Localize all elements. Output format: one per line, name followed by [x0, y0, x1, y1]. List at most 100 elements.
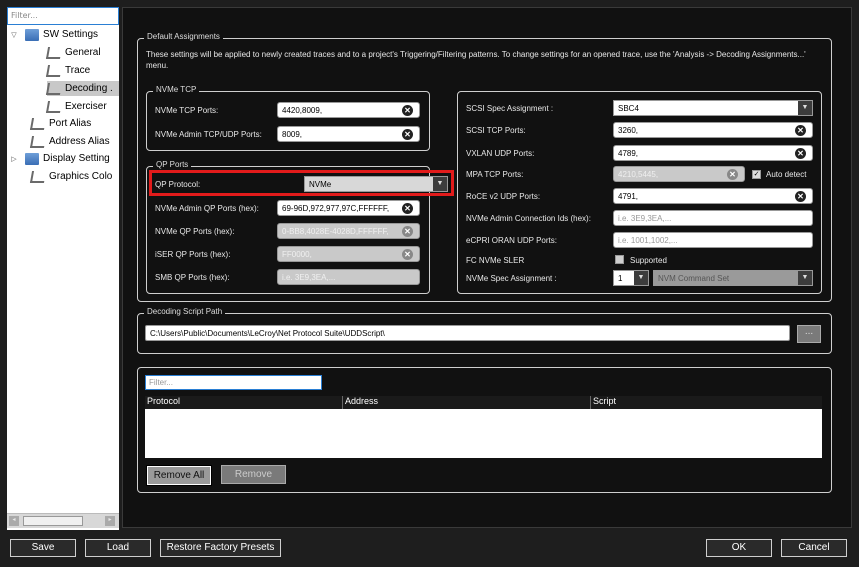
- group-title: Decoding Script Path: [144, 307, 226, 316]
- ok-button[interactable]: OK: [706, 539, 772, 557]
- table-header: Protocol Address Script: [145, 396, 822, 409]
- script-table[interactable]: Protocol Address Script: [145, 396, 822, 458]
- page-icon: [45, 100, 63, 113]
- assignments-description: These settings will be applied to newly …: [146, 50, 806, 70]
- page-icon: [29, 170, 47, 183]
- script-path-input[interactable]: C:\Users\Public\Documents\LeCroy\Net Pro…: [145, 325, 790, 341]
- nvme-admin-conn-input[interactable]: i.e. 3E9,3EA,...: [613, 210, 813, 226]
- tree-item-address-alias[interactable]: Address Alias: [29, 134, 110, 149]
- scsi-tcp-label: SCSI TCP Ports:: [466, 126, 526, 135]
- scroll-thumb[interactable]: [23, 516, 83, 526]
- tree-item-general[interactable]: General: [45, 45, 101, 60]
- iser-qp-label: iSER QP Ports (hex):: [155, 250, 231, 259]
- tree-item-label: Display Setting: [43, 153, 110, 164]
- nvme-admin-qp-label: NVMe Admin QP Ports (hex):: [155, 204, 259, 213]
- tree-item-trace[interactable]: Trace: [45, 63, 91, 78]
- clear-icon: ✕: [727, 169, 738, 180]
- smb-qp-input: i.e. 3E9,3EA,...: [277, 269, 420, 285]
- tree-item-label: Graphics Colo: [49, 171, 113, 182]
- vxlan-input[interactable]: 4789, ✕: [613, 145, 813, 161]
- clear-icon[interactable]: ✕: [795, 148, 806, 159]
- rocev2-input[interactable]: 4791, ✕: [613, 188, 813, 204]
- save-button[interactable]: Save: [10, 539, 76, 557]
- nvme-tcp-ports-label: NVMe TCP Ports:: [155, 106, 219, 115]
- page-icon: [29, 117, 47, 130]
- page-icon: [45, 64, 63, 77]
- restore-factory-presets-button[interactable]: Restore Factory Presets: [160, 539, 281, 557]
- collapse-icon[interactable]: ▽: [9, 31, 19, 39]
- nvme-spec-number-select[interactable]: 1 ▼: [613, 270, 649, 286]
- tree-item-label: Trace: [65, 65, 91, 76]
- clear-icon: ✕: [402, 249, 413, 260]
- fc-nvme-sler-label: FC NVMe SLER: [466, 256, 525, 265]
- scsi-spec-label: SCSI Spec Assignment :: [466, 104, 554, 113]
- remove-button: Remove: [221, 465, 286, 484]
- column-header-protocol[interactable]: Protocol: [145, 396, 343, 409]
- tree-item-label: Decoding .: [65, 83, 113, 94]
- nvme-admin-ports-label: NVMe Admin TCP/UDP Ports:: [155, 130, 262, 139]
- nvme-qp-label: NVMe QP Ports (hex):: [155, 227, 235, 236]
- auto-detect-checkbox[interactable]: ✓: [752, 170, 761, 179]
- nvme-spec-label: NVMe Spec Assignment :: [466, 274, 557, 283]
- chevron-down-icon[interactable]: ▼: [798, 101, 812, 115]
- nvme-tcp-ports-input[interactable]: 4420,8009, ✕: [277, 102, 420, 118]
- mpa-input: 4210,5445, ✕: [613, 166, 745, 182]
- page-icon: [29, 135, 47, 148]
- mpa-label: MPA TCP Ports:: [466, 170, 524, 179]
- tree-item-port-alias[interactable]: Port Alias: [29, 116, 92, 131]
- tree-item-label: Exerciser: [65, 101, 107, 112]
- load-button[interactable]: Load: [85, 539, 151, 557]
- group-title: QP Ports: [153, 160, 192, 169]
- settings-tree: Filter... ▽ SW Settings General Trace De…: [7, 7, 119, 530]
- clear-icon[interactable]: ✕: [795, 191, 806, 202]
- page-icon: [45, 46, 63, 59]
- chevron-down-icon[interactable]: ▼: [634, 271, 648, 285]
- tree-item-label: Address Alias: [49, 136, 110, 147]
- folder-icon: [25, 152, 39, 165]
- column-header-address[interactable]: Address: [343, 396, 591, 409]
- iser-qp-input: FF0000, ✕: [277, 246, 420, 262]
- nvme-spec-select: NVM Command Set ▼: [653, 270, 813, 286]
- nvme-qp-input: 0-BB8,4028E-4028D,FFFFFF, ✕: [277, 223, 420, 239]
- nvme-admin-ports-input[interactable]: 8009, ✕: [277, 126, 420, 142]
- expand-icon[interactable]: ▷: [9, 155, 19, 163]
- nvme-admin-conn-label: NVMe Admin Connection Ids (hex):: [466, 214, 591, 223]
- clear-icon[interactable]: ✕: [795, 125, 806, 136]
- scsi-spec-select[interactable]: SBC4 ▼: [613, 100, 813, 116]
- scroll-left-icon[interactable]: ◂: [9, 516, 19, 526]
- scroll-right-icon[interactable]: ▸: [105, 516, 115, 526]
- table-filter-input[interactable]: Filter...: [145, 375, 322, 390]
- supported-checkbox[interactable]: [615, 255, 624, 264]
- ecpri-input[interactable]: i.e. 1001,1002,...: [613, 232, 813, 248]
- tree-horizontal-scrollbar[interactable]: ◂ ▸: [7, 513, 119, 528]
- column-header-script[interactable]: Script: [591, 396, 822, 409]
- clear-icon[interactable]: ✕: [402, 203, 413, 214]
- tree-item-display-settings[interactable]: ▷ Display Setting: [9, 151, 110, 166]
- nvme-tcp-group: NVMe TCP: [146, 85, 430, 151]
- tree-item-sw-settings[interactable]: ▽ SW Settings: [9, 27, 98, 42]
- tree-item-exerciser[interactable]: Exerciser: [45, 99, 107, 114]
- clear-icon: ✕: [402, 226, 413, 237]
- browse-button[interactable]: ...: [797, 325, 821, 343]
- qp-protocol-label: QP Protocol:: [155, 180, 201, 189]
- scsi-tcp-input[interactable]: 3260, ✕: [613, 122, 813, 138]
- tree-filter-input[interactable]: Filter...: [7, 7, 119, 25]
- supported-label: Supported: [630, 256, 667, 265]
- nvme-admin-qp-input[interactable]: 69-96D,972,977,97C,FFFFFF, ✕: [277, 200, 420, 216]
- folder-icon: [25, 28, 39, 41]
- clear-icon[interactable]: ✕: [402, 105, 413, 116]
- tree-item-label: Port Alias: [49, 118, 92, 129]
- chevron-down-icon: ▼: [798, 271, 812, 285]
- remove-all-button[interactable]: Remove All: [146, 465, 212, 486]
- tree-item-decoding[interactable]: Decoding .: [45, 81, 119, 96]
- chevron-down-icon[interactable]: ▼: [433, 177, 447, 191]
- group-title: Default Assignments: [144, 32, 223, 41]
- group-title: NVMe TCP: [153, 85, 200, 94]
- clear-icon[interactable]: ✕: [402, 129, 413, 140]
- page-icon: [45, 82, 63, 95]
- cancel-button[interactable]: Cancel: [781, 539, 847, 557]
- tree-item-graphics-colors[interactable]: Graphics Colo: [29, 169, 113, 184]
- smb-qp-label: SMB QP Ports (hex):: [155, 273, 230, 282]
- qp-protocol-select[interactable]: NVMe ▼: [304, 176, 448, 192]
- ecpri-label: eCPRI ORAN UDP Ports:: [466, 236, 557, 245]
